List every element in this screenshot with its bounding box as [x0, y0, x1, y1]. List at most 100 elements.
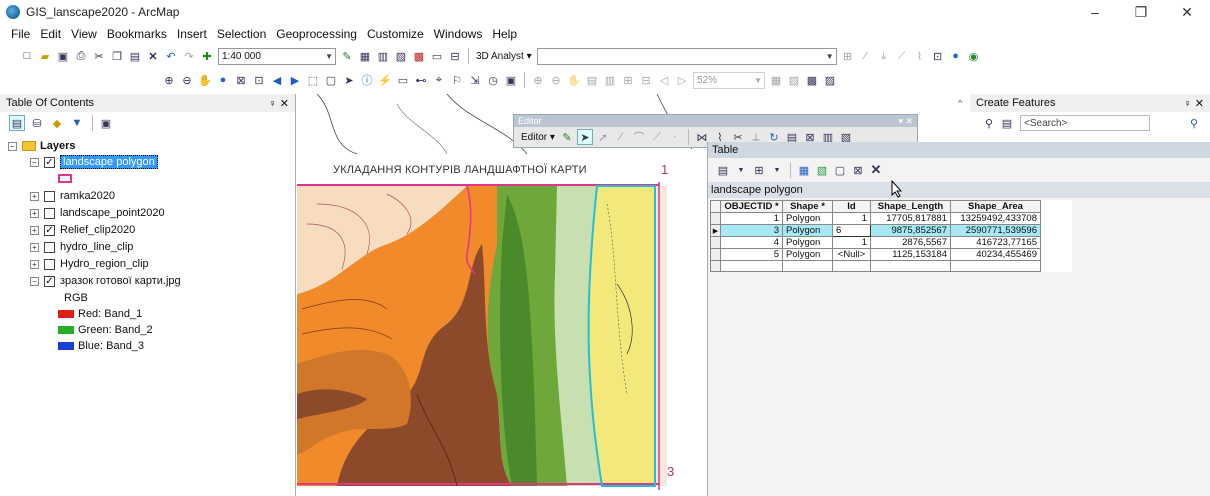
toc-options-icon[interactable]: ▣ [98, 115, 114, 131]
table-row[interactable]: 5 Polygon <Null> 1125,153184 40234,45546… [710, 248, 1041, 261]
menu-help[interactable]: Help [487, 27, 522, 41]
cut-icon[interactable]: ✂ [91, 48, 107, 64]
layout-pan-icon[interactable]: ✋ [566, 72, 582, 88]
table-cell[interactable]: 1 [720, 212, 783, 225]
column-header[interactable]: Shape_Length [870, 200, 951, 213]
tree-root-layers[interactable]: − Layers [8, 138, 75, 154]
table-cell[interactable]: Polygon [782, 212, 833, 225]
menu-view[interactable]: View [66, 27, 102, 41]
create-tin-icon[interactable]: ⊞ [840, 48, 856, 64]
menu-selection[interactable]: Selection [212, 27, 271, 41]
chevron-down-icon[interactable]: ▼ [769, 162, 785, 178]
line-of-sight-icon[interactable]: ⟋ [894, 48, 910, 64]
layer-visibility-checkbox[interactable] [44, 190, 55, 202]
open-folder-icon[interactable]: ▰ [37, 48, 53, 64]
hyperlink-icon[interactable]: ⚡ [377, 72, 393, 88]
toggle-draft-mode-icon[interactable]: ▦ [768, 72, 784, 88]
steepest-path-icon[interactable]: ⤓ [876, 48, 892, 64]
table-cell[interactable]: 1 [832, 236, 871, 249]
editor-toolbar-titlebar[interactable]: Editor ▾ ✕ [514, 115, 917, 127]
focus-data-frame-icon[interactable]: ▧ [786, 72, 802, 88]
redo-icon[interactable]: ↷ [181, 48, 197, 64]
layer-name-label[interactable]: зразок готової карти.jpg [60, 275, 181, 287]
expand-icon[interactable]: + [30, 208, 39, 218]
switch-selection-icon[interactable]: ▧ [814, 162, 830, 178]
related-tables-icon[interactable]: ⊞ [751, 162, 767, 178]
menu-windows[interactable]: Windows [429, 27, 488, 41]
search-window-icon[interactable]: ▧ [393, 48, 409, 64]
arcscene-icon[interactable]: ⊡ [930, 48, 946, 64]
table-cell[interactable] [720, 260, 783, 272]
table-cell[interactable]: 40234,455469 [950, 248, 1041, 261]
table-cell[interactable]: Polygon [782, 236, 833, 249]
table-cell[interactable]: 9875,852567 [870, 224, 951, 237]
layer-name-label[interactable]: Relief_clip2020 [60, 224, 135, 236]
profile-graph-icon[interactable]: ⌇ [912, 48, 928, 64]
row-selector[interactable] [710, 236, 721, 249]
restore-button[interactable]: ❐ [1118, 0, 1164, 24]
forward-arrow-icon[interactable]: ▶ [287, 72, 303, 88]
3d-analyst-menu[interactable]: 3D Analyst ▾ [473, 51, 535, 62]
new-document-icon[interactable]: □ [19, 48, 35, 64]
map-display[interactable]: УКЛАДАННЯ КОНТУРІВ ЛАНДШАФТНОЇ КАРТИ 1 3 [297, 94, 707, 496]
table-cell-editing[interactable]: 6 [832, 224, 871, 237]
data-driven-pages-icon[interactable]: ▨ [822, 72, 838, 88]
point-icon[interactable]: · [667, 129, 683, 145]
table-cell[interactable]: <Null> [832, 248, 871, 261]
table-layer-tab[interactable]: landscape polygon [708, 182, 1210, 198]
table-row[interactable]: 4 Polygon 1 2876,5567 416723,77165 [710, 236, 1041, 249]
panel-collapse-caret-icon[interactable]: ^ [958, 98, 962, 108]
list-by-source-icon[interactable]: ⛁ [29, 115, 45, 131]
layer-visibility-checkbox[interactable] [44, 258, 55, 270]
edit-annotation-icon[interactable]: ➚ [595, 129, 611, 145]
layer-row[interactable]: − ✓ зразок готової карти.jpg [30, 273, 181, 289]
table-cell[interactable]: 17705,817881 [870, 212, 951, 225]
landscape-map-image[interactable] [297, 94, 707, 496]
layer-visibility-checkbox[interactable] [44, 207, 55, 219]
table-row-selected[interactable]: ▶ 3 Polygon 6 9875,852567 2590771,539596 [710, 224, 1041, 237]
select-elements-arrow-icon[interactable]: ➤ [341, 72, 357, 88]
organize-templates-icon[interactable]: ▤ [999, 115, 1015, 131]
layer-visibility-checkbox[interactable] [44, 241, 55, 253]
layout-zoom-out-icon[interactable]: ⊖ [548, 72, 564, 88]
table-cell[interactable] [950, 260, 1041, 272]
close-button[interactable]: ✕ [1164, 0, 1210, 24]
end-point-arc-icon[interactable]: ⌒ [631, 129, 647, 145]
find-route-icon[interactable]: ⚐ [449, 72, 465, 88]
layer-row[interactable]: + landscape_point2020 [30, 205, 165, 221]
copy-icon[interactable]: ❐ [109, 48, 125, 64]
expand-icon[interactable]: + [30, 259, 39, 269]
html-popup-icon[interactable]: ▭ [395, 72, 411, 88]
column-header[interactable]: Shape * [782, 200, 833, 213]
layer-row[interactable]: + Hydro_region_clip [30, 256, 149, 272]
3d-analyst-layer-combo[interactable]: ▼ [536, 47, 837, 65]
globe-tool-icon[interactable]: ◉ [966, 48, 982, 64]
select-by-attributes-icon[interactable]: ▦ [796, 162, 812, 178]
table-cell[interactable]: Polygon [782, 248, 833, 261]
table-cell[interactable]: 2876,5567 [870, 236, 951, 249]
collapse-icon[interactable]: − [8, 141, 17, 151]
layer-row[interactable]: − ✓ landscape polygon [30, 154, 158, 170]
collapse-icon[interactable]: − [30, 157, 39, 167]
arctoolbox-icon[interactable]: ▩ [411, 48, 427, 64]
table-of-contents-icon[interactable]: ▦ [357, 48, 373, 64]
map-scale-combo[interactable]: 1:40 000 ▼ [218, 47, 336, 65]
zoom-out-icon[interactable]: ⊖ [179, 72, 195, 88]
zoom-whole-page-icon[interactable]: ▤ [584, 72, 600, 88]
zoom-to-selected-icon[interactable]: ⊠ [850, 162, 866, 178]
column-header[interactable]: Id [832, 200, 871, 213]
layer-name-label[interactable]: ramka2020 [60, 190, 115, 202]
layout-zoom-combo[interactable]: 52% ▼ [693, 71, 765, 89]
select-features-icon[interactable]: ⬚ [305, 72, 321, 88]
menu-customize[interactable]: Customize [362, 27, 429, 41]
measure-icon[interactable]: ⊷ [413, 72, 429, 88]
menu-insert[interactable]: Insert [172, 27, 212, 41]
layer-visibility-checkbox[interactable]: ✓ [44, 275, 55, 287]
table-cell[interactable]: Polygon [782, 224, 833, 237]
minimize-button[interactable]: – [1072, 0, 1118, 24]
search-icon[interactable]: ⚲ [1186, 115, 1202, 131]
row-selector[interactable] [710, 260, 721, 272]
table-cell[interactable]: 5 [720, 248, 783, 261]
row-selector[interactable] [710, 212, 721, 225]
print-icon[interactable]: ⎙ [73, 48, 89, 64]
